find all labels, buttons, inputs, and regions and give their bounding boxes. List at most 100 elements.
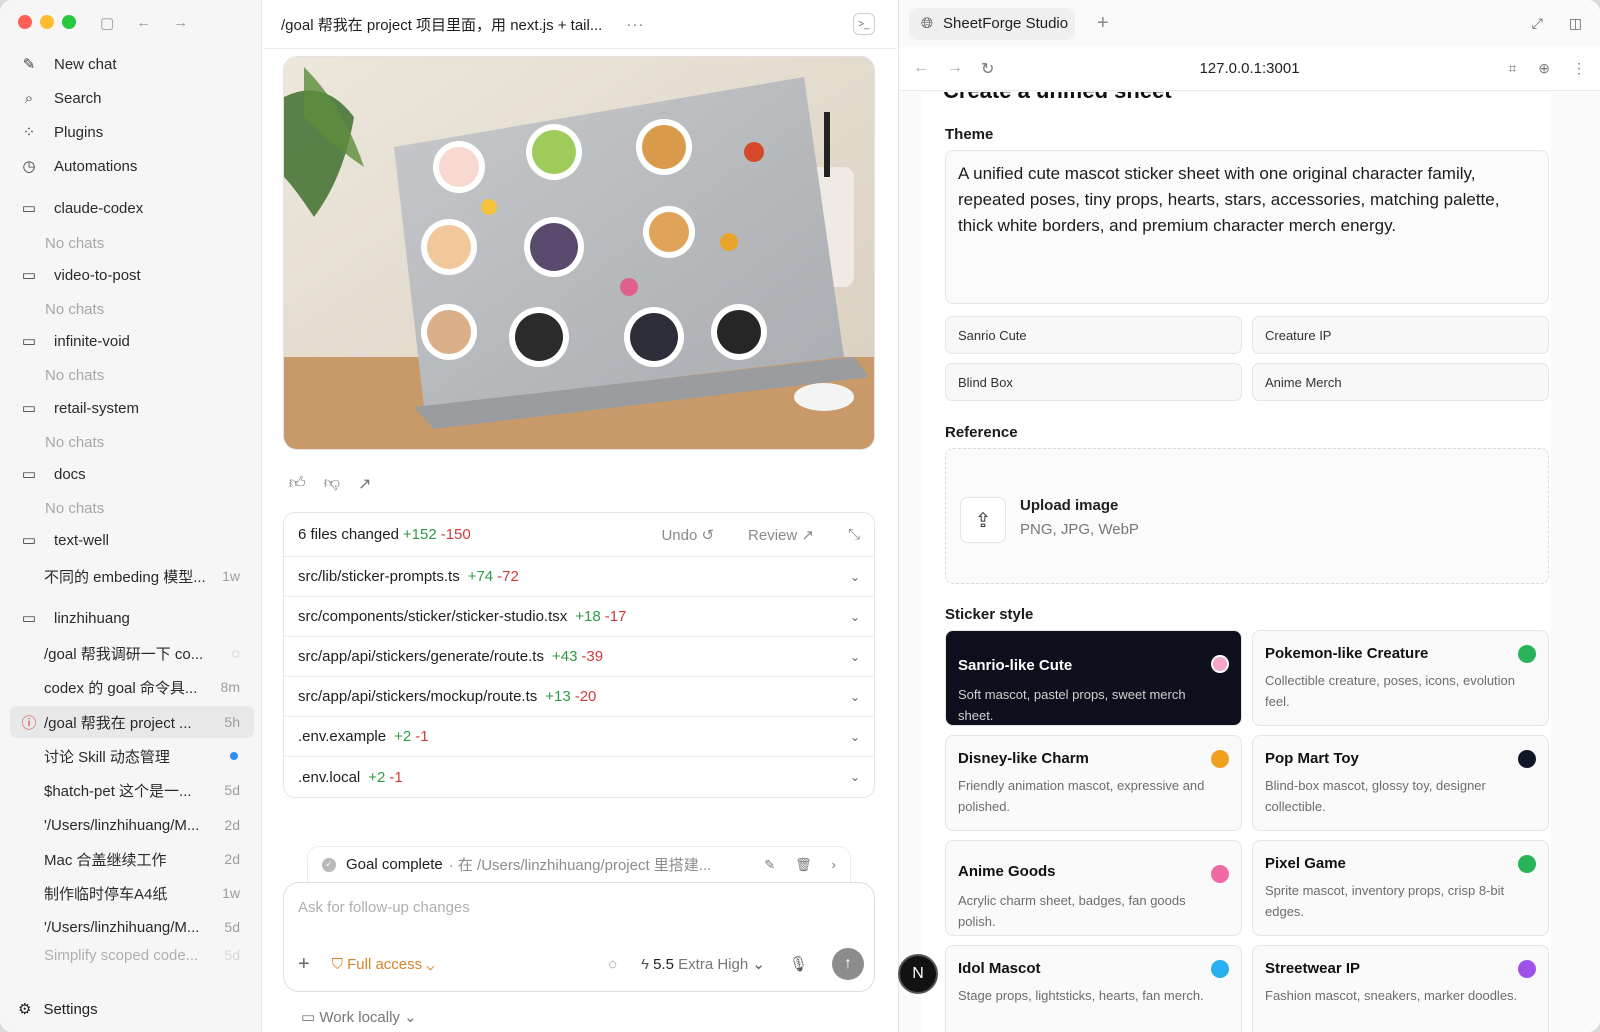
- add-circle-icon[interactable]: ⊕: [1538, 60, 1550, 77]
- work-locally-dropdown[interactable]: ▭ Work locally ⌄: [301, 1008, 417, 1026]
- style-card[interactable]: Disney-like Charm Friendly animation mas…: [945, 735, 1242, 831]
- style-card[interactable]: Anime Goods Acrylic charm sheet, badges,…: [945, 840, 1242, 936]
- more-options-button[interactable]: ···: [626, 16, 644, 33]
- review-button[interactable]: Review ↗: [748, 526, 814, 544]
- more-vertical-icon[interactable]: ⋮: [1572, 60, 1586, 77]
- chevron-down-icon: ⌄: [426, 955, 435, 973]
- sidebar-item-plugins[interactable]: ⁘ Plugins: [10, 116, 254, 148]
- chat-list-item[interactable]: $hatch-pet 这个是一... 5d: [10, 774, 254, 806]
- chat-list-item-active[interactable]: ⓘ /goal 帮我在 project ... 5h: [10, 706, 254, 738]
- settings-button[interactable]: ⚙ Settings: [18, 1000, 98, 1019]
- nextjs-dev-badge[interactable]: N: [898, 954, 938, 994]
- preset-chip[interactable]: Blind Box: [945, 363, 1242, 401]
- chat-title: '/Users/linzhihuang/M...: [44, 816, 200, 834]
- undo-button[interactable]: Undo ↺: [661, 526, 714, 544]
- file-added: +43: [551, 648, 578, 665]
- back-arrow-icon[interactable]: ←: [136, 14, 151, 32]
- sidebar-item-search[interactable]: ⌕ Search: [10, 82, 254, 114]
- goal-status-bar[interactable]: ✓ Goal complete · 在 /Users/linzhihuang/p…: [307, 846, 851, 882]
- chat-list-item[interactable]: /goal 帮我调研一下 co... ◌: [10, 637, 254, 669]
- terminal-toggle-icon[interactable]: >_: [853, 13, 875, 35]
- chat-list-item[interactable]: 讨论 Skill 动态管理: [10, 740, 254, 772]
- theme-textarea[interactable]: A unified cute mascot sticker sheet with…: [945, 150, 1549, 304]
- new-tab-button[interactable]: +: [1097, 12, 1109, 35]
- sidebar-item-label: Automations: [54, 157, 138, 175]
- chat-list-item[interactable]: '/Users/linzhihuang/M... 5d: [10, 911, 254, 943]
- chevron-right-icon[interactable]: ›: [832, 857, 836, 873]
- preset-chip[interactable]: Anime Merch: [1252, 363, 1549, 401]
- back-arrow-icon[interactable]: ←: [913, 59, 929, 79]
- changed-file-row[interactable]: src/app/api/stickers/mockup/route.ts +13-…: [284, 677, 874, 717]
- style-card-selected[interactable]: Sanrio-like Cute Soft mascot, pastel pro…: [945, 630, 1242, 726]
- plus-icon[interactable]: +: [298, 953, 310, 976]
- zoom-window-button[interactable]: [62, 15, 76, 29]
- project-folder[interactable]: ▭ linzhihuang: [10, 602, 254, 634]
- chevron-down-icon[interactable]: ⌄: [850, 770, 860, 784]
- project-folder[interactable]: ▭ retail-system: [10, 392, 254, 424]
- project-folder[interactable]: ▭ docs: [10, 458, 254, 490]
- sidebar-toggle-icon[interactable]: ▢: [100, 14, 114, 32]
- changed-file-row[interactable]: src/app/api/stickers/generate/route.ts +4…: [284, 637, 874, 677]
- forward-arrow-icon[interactable]: →: [173, 14, 188, 32]
- microphone-icon[interactable]: 🎙︎: [789, 955, 808, 973]
- empty-chats-label: No chats: [10, 359, 254, 391]
- forward-arrow-icon[interactable]: →: [947, 59, 963, 79]
- chevron-down-icon[interactable]: ⌄: [850, 730, 860, 744]
- chevron-down-icon[interactable]: ⌄: [850, 690, 860, 704]
- close-window-button[interactable]: [18, 15, 32, 29]
- thumbs-up-icon[interactable]: 👍︎: [289, 474, 306, 494]
- chat-title: codex 的 goal 命令具...: [44, 679, 198, 697]
- style-card[interactable]: Pop Mart Toy Blind-box mascot, glossy to…: [1252, 735, 1549, 831]
- chat-list-item[interactable]: Mac 合盖继续工作 2d: [10, 843, 254, 875]
- changed-file-row[interactable]: src/components/sticker/sticker-studio.ts…: [284, 597, 874, 637]
- color-swatch: [1518, 750, 1536, 768]
- sidebar-item-new-chat[interactable]: ✎ New chat: [10, 48, 254, 80]
- changed-file-row[interactable]: src/lib/sticker-prompts.ts +74 -72 ⌄: [284, 557, 874, 597]
- chat-list-item[interactable]: 制作临时停车A4纸 1w: [10, 877, 254, 909]
- expand-icon[interactable]: ⤢: [1532, 15, 1543, 32]
- folder-icon: ▭: [21, 267, 37, 284]
- full-access-dropdown[interactable]: ⛉ Full access ⌄: [332, 956, 435, 973]
- chat-time: 5d: [224, 947, 240, 963]
- reload-icon[interactable]: ↻: [981, 59, 994, 79]
- split-view-icon[interactable]: ◫: [1569, 15, 1582, 32]
- changed-file-row[interactable]: .env.example +2 -1 ⌄: [284, 717, 874, 757]
- chat-list-item[interactable]: 不同的 embeding 模型... 1w: [10, 560, 254, 592]
- send-button[interactable]: ↑: [832, 948, 864, 980]
- collapse-icon[interactable]: ⤡: [848, 526, 860, 543]
- chat-title: /goal 帮我在 project ...: [44, 714, 192, 732]
- bolt-icon: ϟ: [641, 956, 649, 973]
- model-selector[interactable]: ϟ 5.5 Extra High ⌄: [641, 955, 765, 973]
- style-card[interactable]: Pokemon-like Creature Collectible creatu…: [1252, 630, 1549, 726]
- project-folder[interactable]: ▭ claude-codex: [10, 192, 254, 224]
- project-folder[interactable]: ▭ text-well: [10, 524, 254, 556]
- changed-file-row[interactable]: .env.local +2 -1 ⌄: [284, 757, 874, 797]
- followup-input[interactable]: Ask for follow-up changes: [298, 899, 470, 916]
- chevron-down-icon[interactable]: ⌄: [850, 610, 860, 624]
- browser-tab[interactable]: 🌐︎ SheetForge Studio: [909, 7, 1075, 40]
- preset-chip[interactable]: Creature IP: [1252, 316, 1549, 354]
- chat-list-item[interactable]: Simplify scoped code... 5d: [10, 944, 254, 966]
- share-icon[interactable]: ↗: [358, 474, 371, 494]
- unread-dot-icon: [230, 752, 238, 760]
- address-field[interactable]: 127.0.0.1:3001: [899, 60, 1600, 77]
- style-card[interactable]: Idol Mascot Stage props, lightsticks, he…: [945, 945, 1242, 1032]
- sidebar-item-automations[interactable]: ◷ Automations: [10, 150, 254, 182]
- style-card[interactable]: Pixel Game Sprite mascot, inventory prop…: [1252, 840, 1549, 936]
- minimize-window-button[interactable]: [40, 15, 54, 29]
- screenshot-icon[interactable]: ⌗: [1508, 60, 1516, 77]
- chevron-down-icon[interactable]: ⌄: [850, 650, 860, 664]
- thumbs-down-icon[interactable]: 👎︎: [324, 474, 340, 494]
- clock-icon: ◷: [22, 158, 36, 175]
- chat-time: 2d: [224, 851, 240, 867]
- chevron-down-icon[interactable]: ⌄: [850, 570, 860, 584]
- style-card[interactable]: Streetwear IP Fashion mascot, sneakers, …: [1252, 945, 1549, 1032]
- project-folder[interactable]: ▭ infinite-void: [10, 325, 254, 357]
- preset-chip[interactable]: Sanrio Cute: [945, 316, 1242, 354]
- upload-dropzone[interactable]: ⇪ Upload image PNG, JPG, WebP: [945, 448, 1549, 584]
- chat-list-item[interactable]: '/Users/linzhihuang/M... 2d: [10, 809, 254, 841]
- project-folder[interactable]: ▭ video-to-post: [10, 259, 254, 291]
- trash-icon[interactable]: 🗑︎: [795, 857, 812, 873]
- chat-list-item[interactable]: codex 的 goal 命令具... 8m: [10, 671, 254, 703]
- edit-pencil-icon[interactable]: ✎: [764, 857, 775, 873]
